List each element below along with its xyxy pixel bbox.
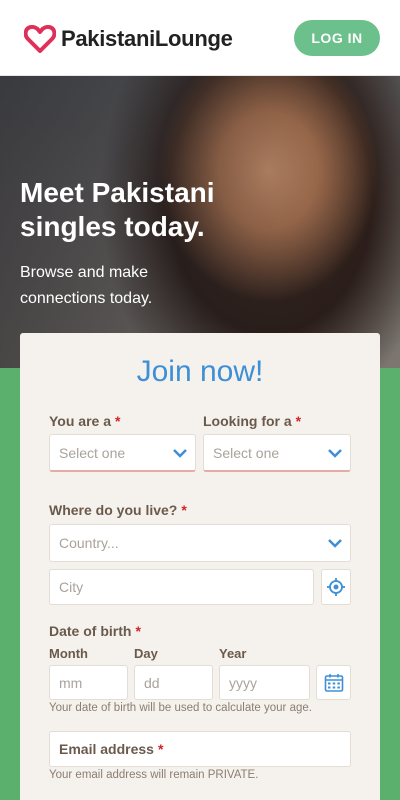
location-label-text: Where do you live?	[49, 502, 178, 518]
hero-banner: Meet Pakistani singles today. Browse and…	[0, 76, 400, 368]
email-label-text: Email address	[59, 741, 154, 757]
you-are-label-text: You are a	[49, 413, 111, 429]
required-mark: *	[115, 413, 121, 429]
month-placeholder: mm	[59, 674, 83, 691]
crosshair-icon	[327, 578, 345, 596]
year-placeholder: yyyy	[229, 674, 257, 691]
chevron-down-icon	[328, 448, 342, 458]
required-mark: *	[157, 741, 164, 757]
dob-hint: Your date of birth will be used to calcu…	[49, 702, 312, 714]
looking-for-label: Looking for a *	[203, 413, 301, 429]
year-label: Year	[219, 646, 247, 661]
chevron-down-icon	[328, 539, 342, 548]
day-placeholder: dd	[144, 674, 160, 691]
location-label: Where do you live? *	[49, 502, 187, 518]
brand-name: PakistaniLounge	[61, 26, 233, 51]
day-input[interactable]: dd	[134, 665, 213, 700]
city-input[interactable]: City	[49, 569, 314, 605]
dob-label-text: Date of birth	[49, 623, 132, 639]
day-label: Day	[134, 646, 158, 661]
hero-title: Meet Pakistani singles today.	[20, 177, 215, 242]
heart-logo-icon	[24, 25, 56, 53]
year-input[interactable]: yyyy	[219, 665, 310, 700]
month-label: Month	[49, 646, 88, 661]
brand-logo[interactable]: PakistaniLounge	[24, 24, 233, 54]
month-input[interactable]: mm	[49, 665, 128, 700]
locate-me-button[interactable]	[321, 569, 351, 605]
country-select[interactable]: Country...	[49, 524, 351, 562]
city-placeholder: City	[59, 579, 84, 595]
you-are-label: You are a *	[49, 413, 120, 429]
dob-label: Date of birth *	[49, 623, 141, 639]
looking-for-placeholder: Select one	[213, 444, 280, 461]
required-mark: *	[135, 623, 141, 639]
form-title: Join now!	[136, 355, 264, 388]
signup-form: Join now! You are a * Select one Looking …	[20, 333, 380, 800]
required-mark: *	[295, 413, 302, 429]
you-are-placeholder: Select one	[59, 444, 126, 461]
required-mark: *	[181, 502, 187, 518]
calendar-button[interactable]	[316, 665, 351, 700]
email-label: Email address *	[59, 741, 163, 757]
login-button[interactable]: LOG IN	[294, 20, 380, 56]
chevron-down-icon	[173, 448, 187, 458]
email-hint: Your email address will remain PRIVATE.	[49, 769, 259, 781]
you-are-select[interactable]: Select one	[49, 434, 196, 472]
looking-for-label-text: Looking for a	[203, 413, 292, 429]
country-placeholder: Country...	[59, 535, 119, 551]
hero-subtitle: Browse and make connections today.	[20, 264, 153, 307]
email-input[interactable]: Email address *	[49, 731, 351, 767]
site-header: PakistaniLounge LOG IN	[0, 0, 400, 76]
calendar-icon	[324, 673, 343, 692]
looking-for-select[interactable]: Select one	[203, 434, 351, 472]
